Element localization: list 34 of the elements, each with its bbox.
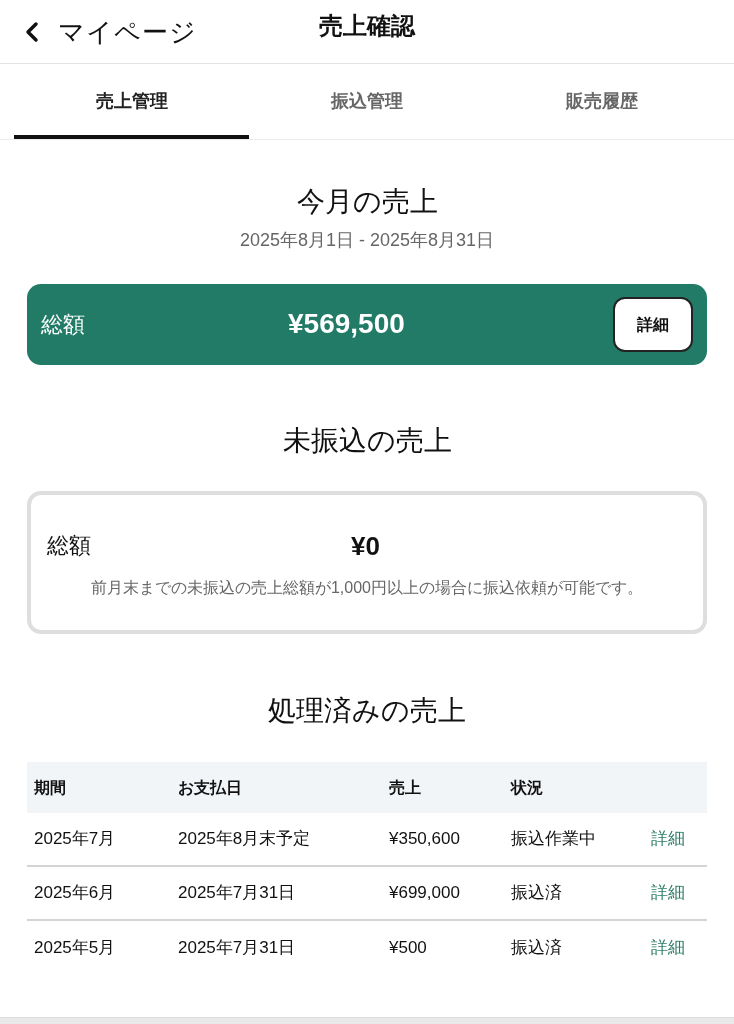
period-text: 2025年8月1日 - 2025年8月31日	[239, 229, 495, 252]
tab[interactable]: 販売履歴	[484, 64, 719, 139]
detail-button[interactable]: 詳細	[613, 297, 693, 352]
tab[interactable]: 売上管理	[14, 64, 249, 139]
column-header: 状況	[509, 777, 544, 798]
section-heading: 今月の売上	[296, 185, 438, 219]
table-cell-text: 2025年6月	[33, 882, 117, 905]
table-cell-text: 2025年5月	[33, 937, 117, 960]
table-cell-text: 振込済	[510, 882, 563, 905]
column-header: 期間	[33, 777, 67, 798]
back-button[interactable]: マイページ	[0, 0, 197, 63]
page-title: 売上確認	[319, 11, 415, 41]
table-cell-text: 2025年8月末予定	[177, 828, 312, 851]
section-heading: 未振込の売上	[282, 424, 452, 458]
table-cell-text: 2025年7月31日	[177, 937, 297, 960]
total-amount: ¥569,500	[288, 307, 405, 341]
table-cell-text: ¥350,600	[388, 828, 461, 851]
table-cell-text: ¥500	[388, 937, 428, 960]
column-header: 売上	[388, 777, 422, 798]
table-cell-text: 振込作業中	[510, 828, 597, 851]
detail-link[interactable]: 詳細	[651, 938, 685, 958]
total-label: 総額	[41, 311, 85, 339]
column-header: お支払日	[177, 777, 243, 798]
tab[interactable]: 振込管理	[249, 64, 484, 139]
total-label: 総額	[47, 532, 91, 560]
table-cell-text: 2025年7月31日	[177, 882, 297, 905]
detail-link[interactable]: 詳細	[651, 883, 685, 903]
detail-link[interactable]: 詳細	[651, 829, 685, 849]
section-heading: 処理済みの売上	[268, 694, 466, 728]
table-cell-text: 振込済	[510, 937, 563, 960]
unpaid-amount: ¥0	[351, 531, 380, 561]
table-cell-text: 2025年7月	[33, 828, 117, 851]
transfer-note: 前月末までの未振込の売上総額が1,000円以上の場合に振込依頼が可能です。	[89, 578, 644, 598]
table-cell-text: ¥699,000	[388, 882, 461, 905]
